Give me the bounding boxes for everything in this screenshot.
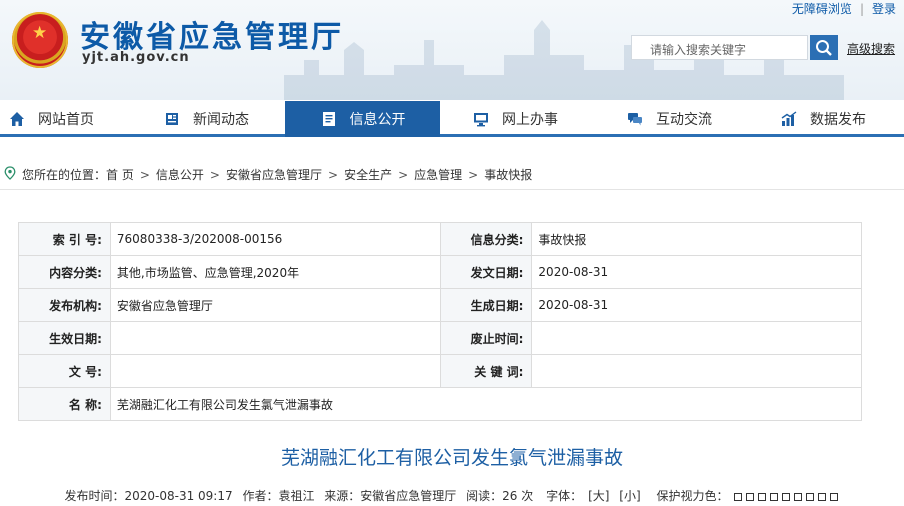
- meta-key: 生效日期:: [18, 321, 111, 355]
- font-large-button[interactable]: [大]: [588, 489, 609, 503]
- nav-label: 数据发布: [810, 112, 866, 128]
- meta-value: 安徽省应急管理厅: [109, 288, 441, 322]
- meta-key: 内容分类:: [18, 255, 111, 289]
- breadcrumb-department[interactable]: 安徽省应急管理厅: [226, 166, 322, 183]
- breadcrumb-info-public[interactable]: 信息公开: [156, 166, 204, 183]
- font-label: 字体：: [546, 489, 583, 503]
- meta-key: 发布机构:: [18, 288, 111, 322]
- meta-key: 发文日期:: [439, 255, 533, 289]
- meta-key: 信息分类:: [439, 222, 533, 256]
- top-links: 无障碍浏览 | 登录: [791, 0, 896, 17]
- meta-key: 名 称:: [18, 387, 111, 421]
- nav-label: 新闻动态: [193, 112, 249, 128]
- info-metadata-table: 索 引 号: 76080338-3/202008-00156 信息分类: 事故快…: [18, 222, 863, 421]
- breadcrumb-safety[interactable]: 安全生产: [344, 166, 392, 183]
- read-count: 阅读：26 次: [466, 489, 534, 503]
- meta-key: 索 引 号:: [18, 222, 111, 256]
- meta-value: 事故快报: [531, 222, 862, 256]
- color-swatch[interactable]: [829, 492, 838, 501]
- nav-label: 信息公开: [349, 112, 406, 128]
- meta-value: 其他,市场监管、应急管理,2020年: [109, 255, 441, 289]
- search-icon: [816, 40, 832, 56]
- nav-item-online-service[interactable]: 网上办事: [472, 101, 627, 137]
- main-nav: 网站首页 新闻动态 信息公开 网上办事 互动交流 数据发布: [0, 100, 904, 137]
- meta-key: 文 号:: [18, 354, 111, 388]
- document-icon: [320, 110, 338, 128]
- nav-item-data-release[interactable]: 数据发布: [780, 101, 904, 137]
- news-icon: [163, 110, 181, 128]
- site-url: yjt.ah.gov.cn: [82, 50, 190, 65]
- accessibility-link[interactable]: 无障碍浏览: [792, 0, 852, 17]
- eye-care-colors: 保护视力色：: [653, 489, 839, 503]
- breadcrumb-emergency[interactable]: 应急管理: [414, 166, 462, 183]
- search-button[interactable]: [810, 35, 838, 60]
- table-row: 发布机构: 安徽省应急管理厅 生成日期: 2020-08-31: [18, 288, 862, 322]
- color-swatch[interactable]: [745, 492, 754, 501]
- chart-icon: [780, 110, 798, 128]
- meta-key: 生成日期:: [439, 288, 533, 322]
- chevron-right-icon: >: [139, 167, 150, 182]
- national-emblem-icon: ★: [12, 12, 68, 68]
- color-swatch[interactable]: [733, 492, 742, 501]
- meta-value: 76080338-3/202008-00156: [109, 222, 441, 256]
- meta-value: [109, 354, 441, 388]
- login-link[interactable]: 登录: [872, 0, 896, 17]
- nav-label: 互动交流: [656, 112, 712, 128]
- font-size-control: 字体： [大] [小]: [543, 489, 644, 503]
- site-header: ★ 安徽省应急管理厅 yjt.ah.gov.cn 无障碍浏览 | 登录 请输入搜索关…: [0, 0, 904, 100]
- table-row: 生效日期: 废止时间:: [18, 321, 862, 355]
- location-pin-icon: [4, 166, 16, 183]
- advanced-search-link[interactable]: 高级搜索: [847, 40, 895, 57]
- chevron-right-icon: >: [209, 167, 220, 182]
- table-row: 文 号: 关 键 词:: [18, 354, 862, 388]
- table-row: 名 称: 芜湖融汇化工有限公司发生氯气泄漏事故: [18, 387, 863, 421]
- breadcrumb: 您所在的位置： 首 页 > 信息公开 > 安徽省应急管理厅 > 安全生产 > 应急管理 >…: [0, 160, 904, 190]
- breadcrumb-accident-report[interactable]: 事故快报: [484, 166, 532, 183]
- meta-key: 废止时间:: [439, 321, 533, 355]
- breadcrumb-home[interactable]: 首 页: [106, 166, 134, 183]
- skyline-background-icon: [284, 20, 844, 100]
- font-small-button[interactable]: [小]: [619, 489, 640, 503]
- meta-value: 芜湖融汇化工有限公司发生氯气泄漏事故: [109, 387, 863, 421]
- chevron-right-icon: >: [328, 167, 339, 182]
- breadcrumb-prefix: 您所在的位置：: [22, 168, 107, 182]
- search-input[interactable]: 请输入搜索关键字: [631, 35, 808, 60]
- meta-value: [109, 321, 441, 355]
- meta-value: 2020-08-31: [531, 255, 862, 289]
- nav-item-info-public[interactable]: 信息公开: [285, 101, 440, 137]
- eye-care-label: 保护视力色：: [656, 489, 729, 503]
- nav-label: 网站首页: [38, 112, 94, 128]
- meta-value: [531, 354, 862, 388]
- meta-value: [531, 321, 862, 355]
- color-swatch[interactable]: [817, 492, 826, 501]
- article-title: 芜湖融汇化工有限公司发生氯气泄漏事故: [280, 447, 623, 469]
- chevron-right-icon: >: [398, 167, 409, 182]
- table-row: 内容分类: 其他,市场监管、应急管理,2020年 发文日期: 2020-08-3…: [18, 255, 862, 289]
- color-swatch[interactable]: [757, 492, 766, 501]
- nav-item-interaction[interactable]: 互动交流: [626, 101, 781, 137]
- chevron-right-icon: >: [468, 167, 479, 182]
- publish-time: 发布时间：2020-08-31 09:17: [64, 489, 233, 503]
- color-swatch[interactable]: [793, 492, 802, 501]
- table-row: 索 引 号: 76080338-3/202008-00156 信息分类: 事故快…: [18, 222, 862, 256]
- meta-key: 关 键 词:: [439, 354, 533, 388]
- article-meta: 发布时间：2020-08-31 09:17 作者：袁祖江 来源：安徽省应急管理厅…: [0, 487, 904, 504]
- monitor-icon: [472, 110, 490, 128]
- chat-icon: [626, 110, 644, 128]
- source: 来源：安徽省应急管理厅: [324, 489, 457, 503]
- color-swatch[interactable]: [781, 492, 790, 501]
- home-icon: [8, 110, 26, 128]
- nav-label: 网上办事: [502, 112, 558, 128]
- color-swatch[interactable]: [769, 492, 778, 501]
- color-swatch[interactable]: [805, 492, 814, 501]
- nav-item-home[interactable]: 网站首页: [8, 101, 163, 137]
- author: 作者：袁祖江: [242, 489, 315, 503]
- meta-value: 2020-08-31: [531, 288, 862, 322]
